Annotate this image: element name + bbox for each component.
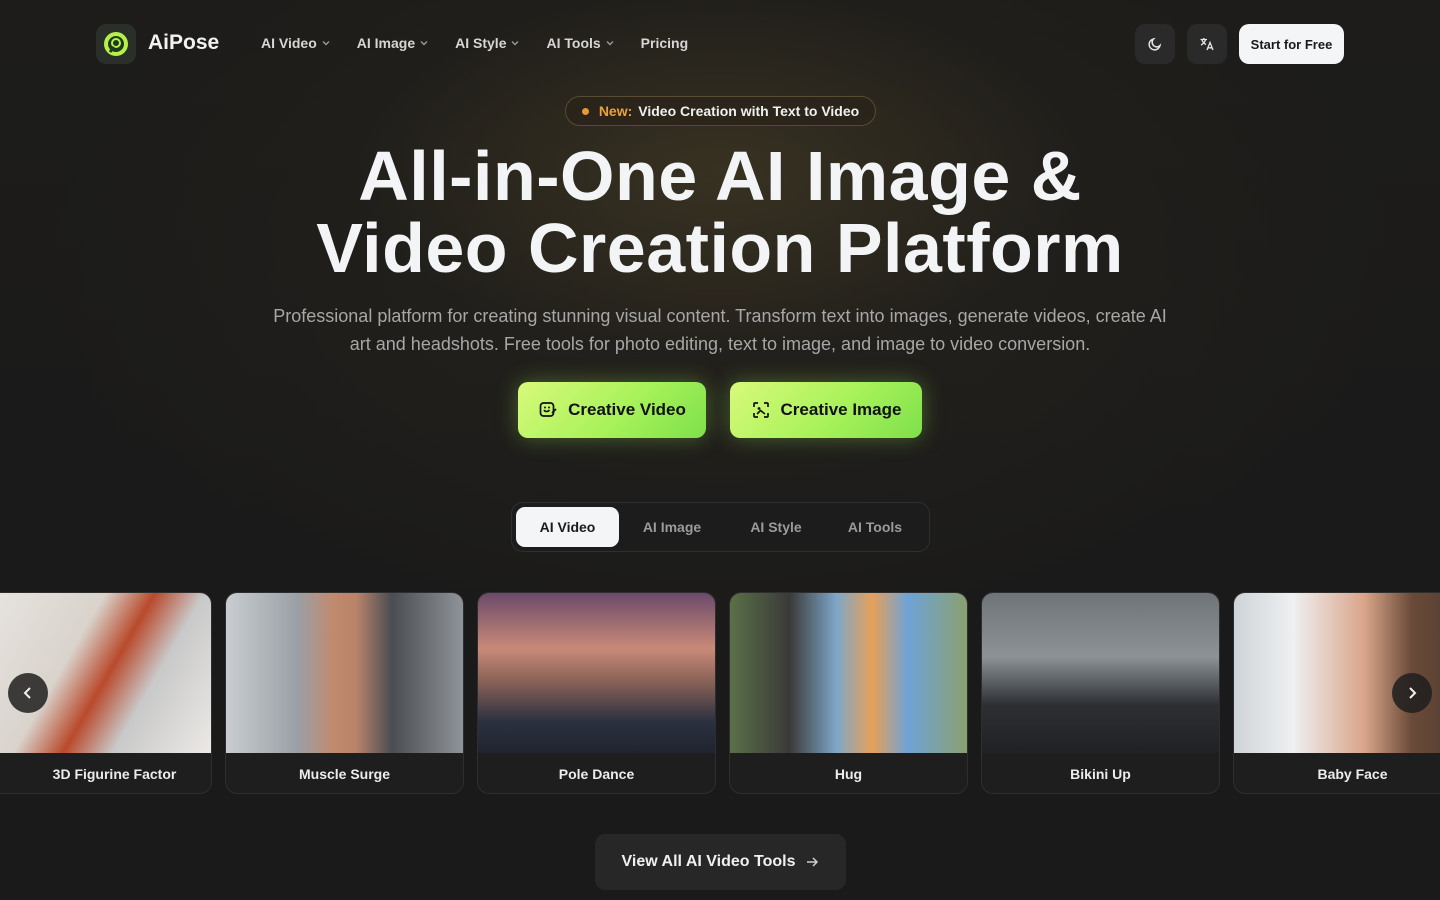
creative-image-button[interactable]: Creative Image [730,382,922,438]
language-button[interactable] [1187,24,1227,64]
hero-subtitle: Professional platform for creating stunn… [273,306,1167,354]
chevron-down-icon [511,41,519,46]
arrow-right-icon [807,857,819,867]
card-thumbnail [730,593,967,753]
image-scan-icon [752,402,769,418]
badge-dot-icon [581,107,589,115]
card-title: Pole Dance [558,766,635,782]
start-for-free-button[interactable]: Start for Free [1239,24,1344,64]
badge-text: Video Creation with Text to Video [638,103,860,119]
card-title: Hug [834,766,863,782]
top-nav: AiPose AI Video AI Image AI Style AI Too… [0,0,1440,88]
tab-ai-tools[interactable]: AI Tools [827,507,923,547]
nav-ai-video[interactable]: AI Video [261,33,331,53]
card-title: Muscle Surge [298,766,391,782]
creative-video-label: Creative Video [568,400,686,419]
announcement-badge[interactable]: New: Video Creation with Text to Video [565,96,876,126]
tool-card[interactable]: Muscle Surge [225,592,464,794]
logo-icon[interactable] [96,24,136,64]
tool-card[interactable]: Pole Dance [477,592,716,794]
view-all-ai-video-tools-button[interactable]: View All AI Video Tools [595,834,846,890]
tool-carousel: 3D Figurine Factor Muscle Surge Pole Dan… [0,592,1440,794]
tool-card[interactable]: Bikini Up [981,592,1220,794]
chevron-down-icon [420,41,428,46]
card-thumbnail [226,593,463,753]
view-all-label: View All AI Video Tools [621,853,796,870]
carousel-prev-button[interactable] [8,673,48,713]
card-thumbnail [982,593,1219,753]
card-title: 3D Figurine Factor [52,766,177,782]
video-edit-icon [539,402,557,417]
tab-ai-video[interactable]: AI Video [516,507,619,547]
tab-ai-style[interactable]: AI Style [725,507,827,547]
card-title: Baby Face [1317,766,1388,782]
category-tabs: AI Video AI Image AI Style AI Tools [511,502,930,552]
nav-pricing[interactable]: Pricing [641,33,688,53]
hero-headline-line-2: Video Creation Platform [316,209,1124,287]
nav-pricing-label: Pricing [640,35,689,51]
theme-toggle-button[interactable] [1135,24,1175,64]
hero-headline-line-1: All-in-One AI Image & [358,137,1082,215]
hero-headline: All-in-One AI Image & Video Creation Pla… [0,140,1440,284]
card-title: Bikini Up [1070,766,1131,782]
card-thumbnail [478,593,715,753]
tab-ai-image[interactable]: AI Image [619,507,725,547]
chevron-left-icon [23,687,31,699]
tool-card[interactable]: Hug [729,592,968,794]
translate-icon [1200,38,1214,51]
creative-video-button[interactable]: Creative Video [518,382,706,438]
creative-image-label: Creative Image [780,400,902,419]
nav-links: AI Video AI Image AI Style AI Tools Pric… [261,33,714,53]
nav-ai-tools-label: AI Tools [546,35,601,51]
nav-ai-video-label: AI Video [261,35,317,51]
brand-name[interactable]: AiPose [148,31,219,55]
chevron-right-icon [1409,687,1417,699]
badge-new-label: New: [598,103,633,119]
moon-icon [1148,37,1162,51]
chevron-down-icon [606,41,614,46]
nav-ai-style-label: AI Style [455,35,507,51]
nav-ai-image[interactable]: AI Image [357,33,429,53]
nav-ai-tools[interactable]: AI Tools [546,33,614,53]
chevron-down-icon [322,41,330,46]
nav-ai-image-label: AI Image [356,35,416,51]
nav-ai-style[interactable]: AI Style [455,33,520,53]
carousel-next-button[interactable] [1392,673,1432,713]
